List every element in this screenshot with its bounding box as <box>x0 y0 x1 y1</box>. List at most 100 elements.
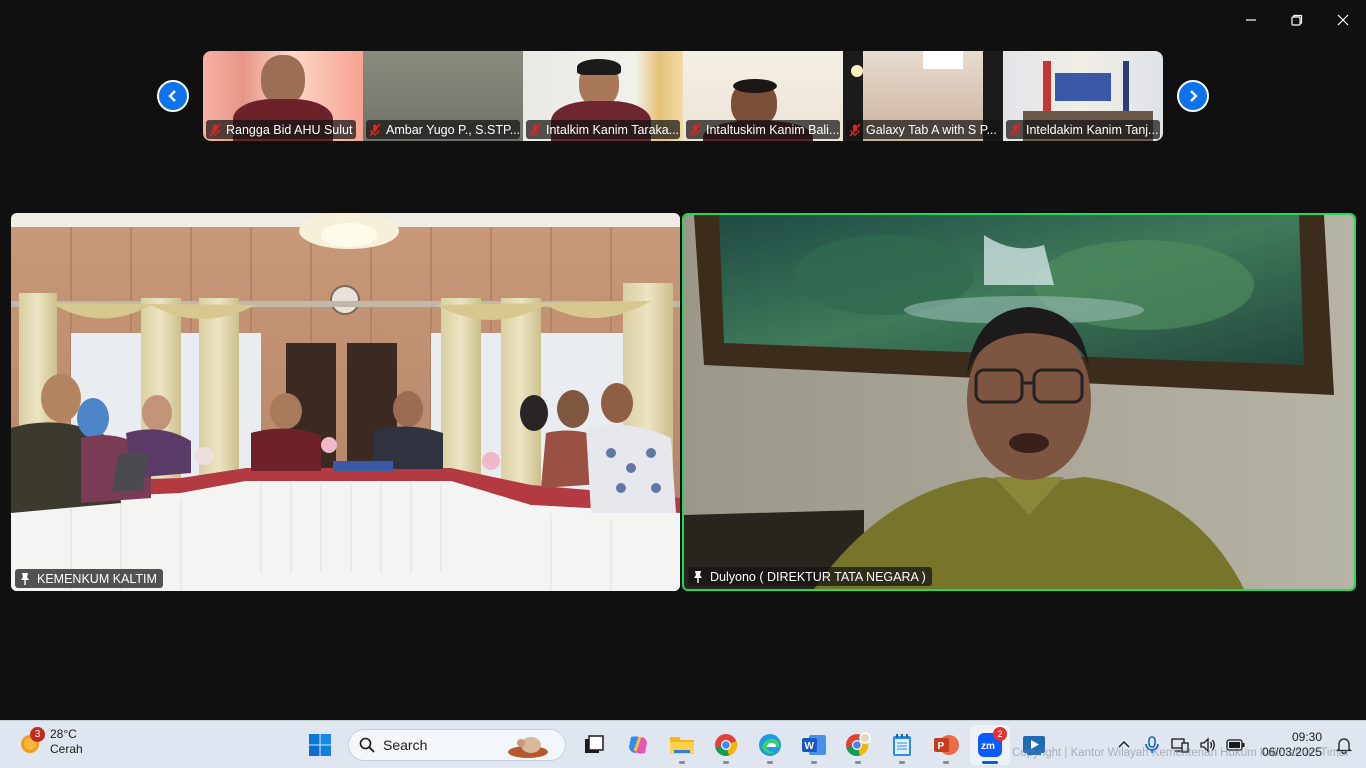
copilot-icon <box>629 736 647 754</box>
participant-name: KEMENKUM KALTIM <box>37 571 157 586</box>
running-indicator <box>767 761 773 764</box>
powerpoint-icon: P <box>934 735 959 755</box>
participant-video-figure <box>851 65 863 77</box>
pin-icon <box>21 573 29 585</box>
participant-name-label: Rangga Bid AHU Sulut <box>206 120 357 139</box>
svg-text:P: P <box>938 741 945 752</box>
system-tray: 09:30 06/03/2025 <box>1110 721 1366 768</box>
participant-name-label: Ambar Yugo P., S.STP... <box>366 120 520 139</box>
participant-name: Rangga Bid AHU Sulut <box>226 122 353 137</box>
participant-video-figure <box>577 59 621 75</box>
start-button[interactable] <box>300 725 340 765</box>
taskbar-apps: Search W P zm 2 <box>300 725 1058 765</box>
taskbar-notepad[interactable] <box>882 725 922 765</box>
window-controls <box>1228 0 1366 40</box>
taskbar-search-box[interactable]: Search <box>348 729 566 761</box>
participant-name-label: Galaxy Tab A with S P... <box>846 120 1000 139</box>
taskbar-copilot[interactable] <box>618 725 658 765</box>
taskbar-powerpoint[interactable]: P <box>926 725 966 765</box>
weather-temperature: 28°C <box>50 727 77 741</box>
edge-icon <box>759 734 781 756</box>
close-button[interactable] <box>1320 0 1366 40</box>
chevron-right-icon <box>1190 90 1198 102</box>
windows-logo-icon <box>309 734 331 756</box>
weather-condition: Cerah <box>50 742 83 756</box>
participant-video-figure <box>261 55 305 105</box>
participant-name: Intaltuskim Kanim Bali... <box>706 122 840 137</box>
running-indicator <box>723 761 729 764</box>
participant-name: Intalkim Kanim Taraka... <box>546 122 680 137</box>
running-indicator <box>943 761 949 764</box>
participant-name: Galaxy Tab A with S P... <box>866 122 997 137</box>
taskbar-file-explorer[interactable] <box>662 725 702 765</box>
participant-thumbnail[interactable]: Inteldakim Kanim Tanj... <box>1003 51 1163 141</box>
zoom-notification-badge: 2 <box>993 727 1007 741</box>
task-view-button[interactable] <box>574 725 614 765</box>
participant-video-figure <box>733 79 777 93</box>
search-highlight-icon <box>508 737 548 758</box>
clock-time: 09:30 <box>1291 730 1322 744</box>
restore-button[interactable] <box>1274 0 1320 40</box>
mic-muted-icon <box>689 123 701 136</box>
chevron-left-icon <box>168 90 176 102</box>
minimize-icon <box>1246 19 1256 21</box>
participant-name: Ambar Yugo P., S.STP... <box>386 122 520 137</box>
running-indicator <box>679 761 685 764</box>
word-icon: W <box>802 735 826 755</box>
participant-video-figure <box>923 51 963 69</box>
running-indicator <box>982 761 998 764</box>
participant-thumbnail[interactable]: Intalkim Kanim Taraka... <box>523 51 683 141</box>
participant-thumbnail[interactable]: Galaxy Tab A with S P... <box>843 51 1003 141</box>
svg-text:W: W <box>805 741 815 752</box>
taskbar-chrome[interactable] <box>706 725 746 765</box>
main-video-tile-right[interactable]: Dulyono ( DIREKTUR TATA NEGARA ) <box>682 213 1356 591</box>
mic-muted-icon <box>1009 123 1021 136</box>
participant-name-label: Dulyono ( DIREKTUR TATA NEGARA ) <box>688 567 932 586</box>
taskbar-word[interactable]: W <box>794 725 834 765</box>
participant-name-label: KEMENKUM KALTIM <box>15 569 163 588</box>
running-indicator <box>811 761 817 764</box>
participant-name-label: Inteldakim Kanim Tanj... <box>1006 120 1160 139</box>
participant-thumbnail[interactable]: Ambar Yugo P., S.STP... <box>363 51 523 141</box>
running-indicator <box>855 761 861 764</box>
windows-taskbar: 3 28°C Cerah Search W P zm 2 09:30 06/03… <box>0 720 1366 768</box>
weather-widget[interactable]: 3 28°C Cerah <box>18 727 83 757</box>
chrome-profile-icon <box>846 732 871 756</box>
pin-icon <box>694 571 702 583</box>
participant-name-label: Intaltuskim Kanim Bali... <box>686 120 840 139</box>
participant-name: Dulyono ( DIREKTUR TATA NEGARA ) <box>710 569 926 584</box>
conference-room-video <box>11 213 680 591</box>
search-placeholder: Search <box>383 737 428 753</box>
mic-muted-icon <box>369 123 381 136</box>
task-view-icon <box>585 735 604 753</box>
close-icon <box>1337 14 1349 26</box>
main-video-tile-left[interactable]: KEMENKUM KALTIM <box>11 213 680 591</box>
participant-video-figure <box>1055 73 1111 101</box>
mic-muted-icon <box>849 123 861 136</box>
minimize-button[interactable] <box>1228 0 1274 40</box>
gallery-next-button[interactable] <box>1177 80 1209 112</box>
copyright-watermark: Copyright | Kantor Wilayah Kementerian H… <box>1012 747 1350 759</box>
taskbar-zoom[interactable]: zm 2 <box>970 725 1010 765</box>
speaker-video <box>684 215 1354 589</box>
mic-muted-icon <box>529 123 541 136</box>
taskbar-edge[interactable] <box>750 725 790 765</box>
folder-icon <box>670 737 694 754</box>
svg-text:zm: zm <box>981 741 995 752</box>
participant-thumbnail[interactable]: Rangga Bid AHU Sulut <box>203 51 363 141</box>
participant-name: Inteldakim Kanim Tanj... <box>1026 122 1159 137</box>
mic-muted-icon <box>209 123 221 136</box>
participant-thumbnail[interactable]: Intaltuskim Kanim Bali... <box>683 51 843 141</box>
weather-badge: 3 <box>30 727 45 742</box>
gallery-prev-button[interactable] <box>157 80 189 112</box>
zoom-meeting-window: Rangga Bid AHU Sulut Ambar Yugo P., S.ST… <box>0 0 1366 768</box>
taskbar-media-player[interactable] <box>1014 725 1054 765</box>
taskbar-chrome-profile[interactable] <box>838 725 878 765</box>
search-icon <box>359 737 375 753</box>
weather-sun-icon: 3 <box>18 727 45 755</box>
participant-name-label: Intalkim Kanim Taraka... <box>526 120 680 139</box>
chrome-icon <box>715 734 738 756</box>
participant-gallery: Rangga Bid AHU Sulut Ambar Yugo P., S.ST… <box>203 51 1163 141</box>
running-indicator <box>899 761 905 764</box>
notepad-icon <box>893 734 911 756</box>
